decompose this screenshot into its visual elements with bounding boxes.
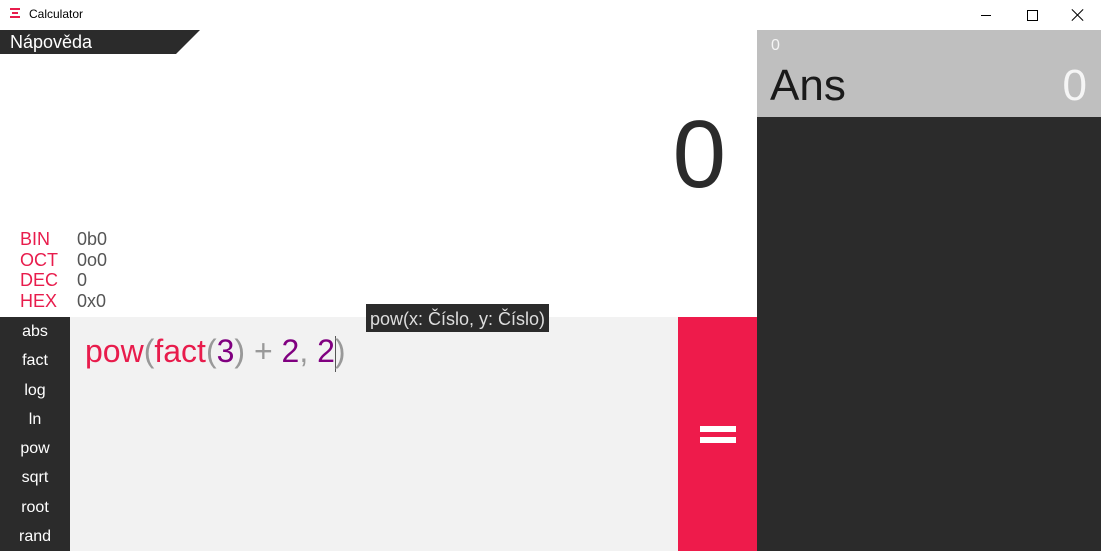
history-item[interactable]: 0 Ans 0 xyxy=(757,30,1101,117)
expression-editor[interactable]: pow(fact(3) + 2, 2) xyxy=(70,317,678,551)
window-title: Calculator xyxy=(29,7,84,21)
func-button-rand[interactable]: rand xyxy=(0,522,70,551)
function-sidebar: abs fact log ln pow sqrt root rand xyxy=(0,317,70,551)
minimize-icon xyxy=(981,14,991,16)
maximize-button[interactable] xyxy=(1009,0,1055,30)
base-row-bin: BIN 0b0 xyxy=(20,229,107,250)
func-button-ln[interactable]: ln xyxy=(0,405,70,434)
equals-icon xyxy=(699,421,736,448)
expr-number-token: 3 xyxy=(216,333,235,369)
expr-separator-token: , xyxy=(299,333,318,369)
close-icon xyxy=(1072,9,1084,21)
expr-paren-token: ( xyxy=(205,333,217,369)
base-label: OCT xyxy=(20,249,58,270)
maximize-icon xyxy=(1026,9,1038,21)
title-bar: Calculator xyxy=(0,0,1101,30)
close-button[interactable] xyxy=(1055,0,1101,30)
func-button-root[interactable]: root xyxy=(0,493,70,522)
base-label: DEC xyxy=(20,270,59,290)
expression-text[interactable]: pow(fact(3) + 2, 2) xyxy=(85,331,346,372)
base-value: 0b0 xyxy=(77,229,108,249)
expr-paren-token: ( xyxy=(143,333,155,369)
expr-number-token: 2 xyxy=(281,333,300,369)
func-button-pow[interactable]: pow xyxy=(0,434,70,463)
func-button-fact[interactable]: fact xyxy=(0,346,70,375)
history-panel: 0 Ans 0 xyxy=(757,30,1101,551)
calculator-app-icon xyxy=(10,8,20,20)
base-value: 0o0 xyxy=(77,249,108,270)
expr-function-token: fact xyxy=(154,333,206,369)
base-value: 0 xyxy=(77,270,88,290)
history-value: 0 xyxy=(1062,61,1087,110)
base-conversions: BIN 0b0 OCT 0o0 DEC 0 HEX 0x0 xyxy=(20,229,107,311)
history-variable-name: Ans xyxy=(770,61,846,110)
expr-paren-token: ) xyxy=(334,333,346,369)
expr-number-token: 2 xyxy=(317,333,335,369)
expr-paren-token: ) xyxy=(234,333,246,369)
function-signature-tooltip: pow(x: Číslo, y: Číslo) xyxy=(366,304,550,332)
minimize-button[interactable] xyxy=(963,0,1009,30)
expr-function-token: pow xyxy=(85,333,144,369)
base-value: 0x0 xyxy=(77,290,107,311)
expr-operator-token: + xyxy=(245,333,282,369)
history-expression: 0 xyxy=(771,37,780,54)
base-row-hex: HEX 0x0 xyxy=(20,291,107,312)
result-display: 0 xyxy=(672,101,726,208)
base-label: BIN xyxy=(20,229,51,249)
func-button-abs[interactable]: abs xyxy=(0,317,70,346)
base-row-dec: DEC 0 xyxy=(20,270,107,291)
equals-button[interactable] xyxy=(678,317,757,551)
help-tab[interactable]: Nápověda xyxy=(0,30,200,54)
base-row-oct: OCT 0o0 xyxy=(20,250,107,271)
base-label: HEX xyxy=(20,290,58,311)
help-label: Nápověda xyxy=(10,32,93,52)
func-button-log[interactable]: log xyxy=(0,376,70,405)
func-button-sqrt[interactable]: sqrt xyxy=(0,463,70,492)
